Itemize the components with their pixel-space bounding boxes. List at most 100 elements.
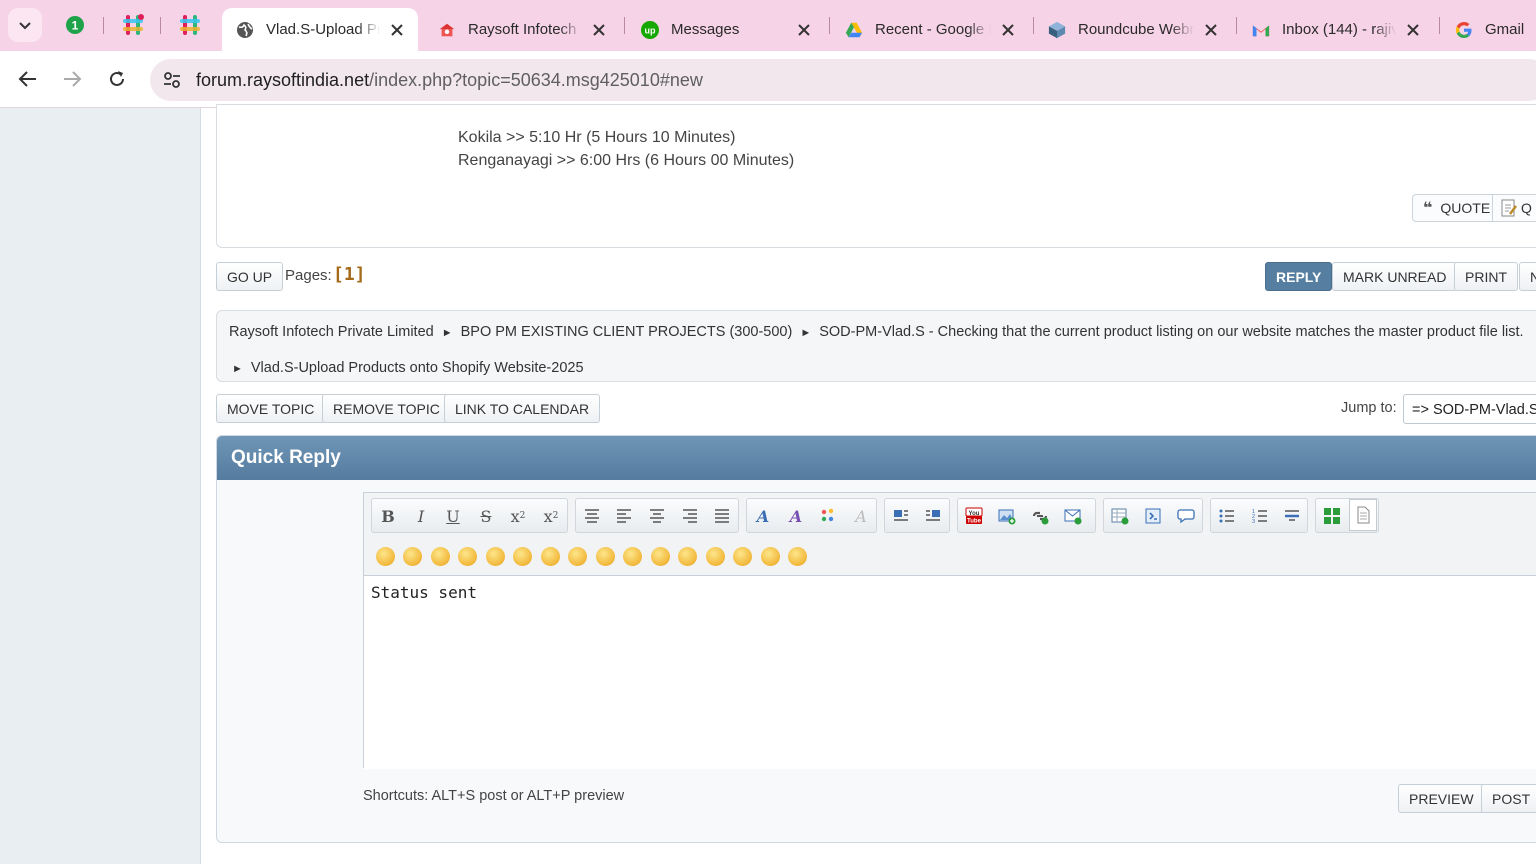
- pinned-tab-slack-1[interactable]: [118, 10, 148, 40]
- smiley-cheesy-icon[interactable]: [431, 547, 450, 566]
- smiley-sad-icon[interactable]: [513, 547, 532, 566]
- breadcrumb-item[interactable]: Raysoft Infotech Private Limited: [229, 324, 434, 340]
- breadcrumb-arrow-icon: ►: [800, 327, 812, 339]
- horizontal-rule-icon[interactable]: [1279, 504, 1305, 528]
- jump-to-select[interactable]: => SOD-PM-Vlad.S: [1403, 394, 1536, 424]
- arrow-right-icon: [64, 71, 82, 87]
- smiley-cry-icon[interactable]: [788, 547, 807, 566]
- pages-current[interactable]: [1]: [333, 264, 366, 285]
- tab-roundcube[interactable]: Roundcube Webr: [1034, 8, 1232, 51]
- tab-google-drive[interactable]: Recent - Google D: [831, 8, 1029, 51]
- tab-gmail[interactable]: Gmail: [1441, 8, 1536, 51]
- tab-raysoft-infotech[interactable]: Raysoft Infotech I: [424, 8, 620, 51]
- align-center-icon[interactable]: [644, 504, 670, 528]
- breadcrumb-arrow-icon: ►: [441, 327, 453, 339]
- remove-format-icon[interactable]: A: [848, 504, 874, 528]
- smiley-roll-eyes-icon[interactable]: [623, 547, 642, 566]
- post-button[interactable]: POST: [1481, 784, 1536, 813]
- youtube-icon[interactable]: You Tube: [961, 504, 987, 528]
- globe-icon: [236, 21, 254, 39]
- breadcrumb-arrow-icon: ►: [232, 363, 243, 375]
- smiley-lips-sealed-icon[interactable]: [706, 547, 725, 566]
- pre-format-icon[interactable]: [579, 504, 605, 528]
- shortcuts-hint: Shortcuts: ALT+S post or ALT+P preview: [363, 788, 625, 804]
- numbered-list-icon[interactable]: 123: [1247, 504, 1273, 528]
- subscript-icon[interactable]: x2: [538, 504, 564, 528]
- remove-topic-button[interactable]: REMOVE TOPIC: [322, 394, 451, 423]
- smiley-kiss-icon[interactable]: [761, 547, 780, 566]
- quick-quote-button[interactable]: Q: [1492, 194, 1536, 222]
- quote-button[interactable]: ❝ QUOTE: [1412, 194, 1502, 222]
- close-tab-icon[interactable]: [590, 21, 608, 39]
- close-tab-icon[interactable]: [795, 21, 813, 39]
- italic-icon[interactable]: I: [408, 504, 434, 528]
- close-tab-icon[interactable]: [1202, 21, 1220, 39]
- tab-search-button[interactable]: [8, 8, 42, 42]
- notify-button[interactable]: N: [1519, 262, 1536, 291]
- smiley-huh-icon[interactable]: [596, 547, 615, 566]
- smiley-wink-icon[interactable]: [403, 547, 422, 566]
- address-bar[interactable]: forum.raysoftindia.net/index.php?topic=5…: [150, 59, 1536, 101]
- svg-text:Tube: Tube: [967, 519, 982, 525]
- print-button[interactable]: PRINT: [1454, 262, 1518, 291]
- wysiwyg-toggle-icon[interactable]: [1319, 504, 1345, 528]
- tab-vlad-upload[interactable]: Vlad.S-Upload Pr: [222, 8, 418, 51]
- link-calendar-button[interactable]: LINK TO CALENDAR: [444, 394, 601, 423]
- toolbar-group-insert: [1103, 498, 1203, 533]
- site-settings-icon[interactable]: [162, 70, 182, 90]
- insert-link-icon[interactable]: [1027, 504, 1053, 528]
- align-justify-icon[interactable]: [709, 504, 735, 528]
- insert-table-icon[interactable]: [1107, 504, 1133, 528]
- breadcrumb-item[interactable]: BPO PM EXISTING CLIENT PROJECTS (300-500…: [461, 324, 793, 340]
- breadcrumb-item-current[interactable]: Vlad.S-Upload Products onto Shopify Webs…: [251, 360, 584, 376]
- message-textarea[interactable]: Status sent: [364, 575, 1536, 769]
- bullet-list-icon[interactable]: [1214, 504, 1240, 528]
- smiley-smile-icon[interactable]: [376, 547, 395, 566]
- go-up-button[interactable]: GO UP: [216, 262, 284, 291]
- font-face-icon[interactable]: A: [750, 504, 776, 528]
- tab-gmail-inbox[interactable]: Inbox (144) - rajiv: [1238, 8, 1434, 51]
- breadcrumb-item[interactable]: SOD-PM-Vlad.S - Checking that the curren…: [819, 324, 1523, 340]
- insert-image-icon[interactable]: [994, 504, 1020, 528]
- preview-button[interactable]: PREVIEW: [1398, 784, 1485, 813]
- strikethrough-icon[interactable]: S: [473, 504, 499, 528]
- smiley-embarrassed-icon[interactable]: [678, 547, 697, 566]
- font-color-icon[interactable]: [815, 504, 841, 528]
- google-icon: [1455, 21, 1473, 39]
- mark-unread-button[interactable]: MARK UNREAD: [1332, 262, 1458, 291]
- bold-icon[interactable]: B: [375, 504, 401, 528]
- align-right-icon[interactable]: [677, 504, 703, 528]
- close-tab-icon[interactable]: [1404, 21, 1422, 39]
- quick-reply-header[interactable]: Quick Reply: [217, 436, 1536, 480]
- superscript-icon[interactable]: x2: [505, 504, 531, 528]
- reply-button[interactable]: REPLY: [1265, 262, 1333, 291]
- toolbar-group-lists: 123: [1210, 498, 1308, 533]
- smiley-grin-icon[interactable]: [458, 547, 477, 566]
- back-button[interactable]: [12, 63, 44, 95]
- tab-title: Gmail: [1485, 21, 1525, 38]
- toolbar-group-media: You Tube: [957, 498, 1096, 533]
- close-tab-icon[interactable]: [388, 21, 406, 39]
- pinned-tab-slack-2[interactable]: [175, 10, 205, 40]
- forward-button[interactable]: [56, 63, 88, 95]
- smiley-cool-icon[interactable]: [568, 547, 587, 566]
- move-topic-button[interactable]: MOVE TOPIC: [216, 394, 326, 423]
- font-size-icon[interactable]: A: [783, 504, 809, 528]
- pinned-tab-1password[interactable]: 1: [60, 10, 90, 40]
- reload-button[interactable]: [101, 63, 133, 95]
- source-mode-icon[interactable]: [1349, 499, 1377, 531]
- smiley-angry-icon[interactable]: [486, 547, 505, 566]
- close-tab-icon[interactable]: [999, 21, 1017, 39]
- smiley-tongue-icon[interactable]: [651, 547, 670, 566]
- insert-code-icon[interactable]: [1140, 504, 1166, 528]
- smiley-shocked-icon[interactable]: [541, 547, 560, 566]
- insert-email-icon[interactable]: [1060, 504, 1086, 528]
- jump-to-label: Jump to:: [1341, 400, 1397, 416]
- underline-icon[interactable]: U: [440, 504, 466, 528]
- align-left-icon[interactable]: [611, 504, 637, 528]
- smiley-undecided-icon[interactable]: [733, 547, 752, 566]
- float-left-icon[interactable]: [888, 504, 914, 528]
- float-right-icon[interactable]: [920, 504, 946, 528]
- insert-quote-icon[interactable]: [1173, 504, 1199, 528]
- tab-messages[interactable]: up Messages: [627, 8, 825, 51]
